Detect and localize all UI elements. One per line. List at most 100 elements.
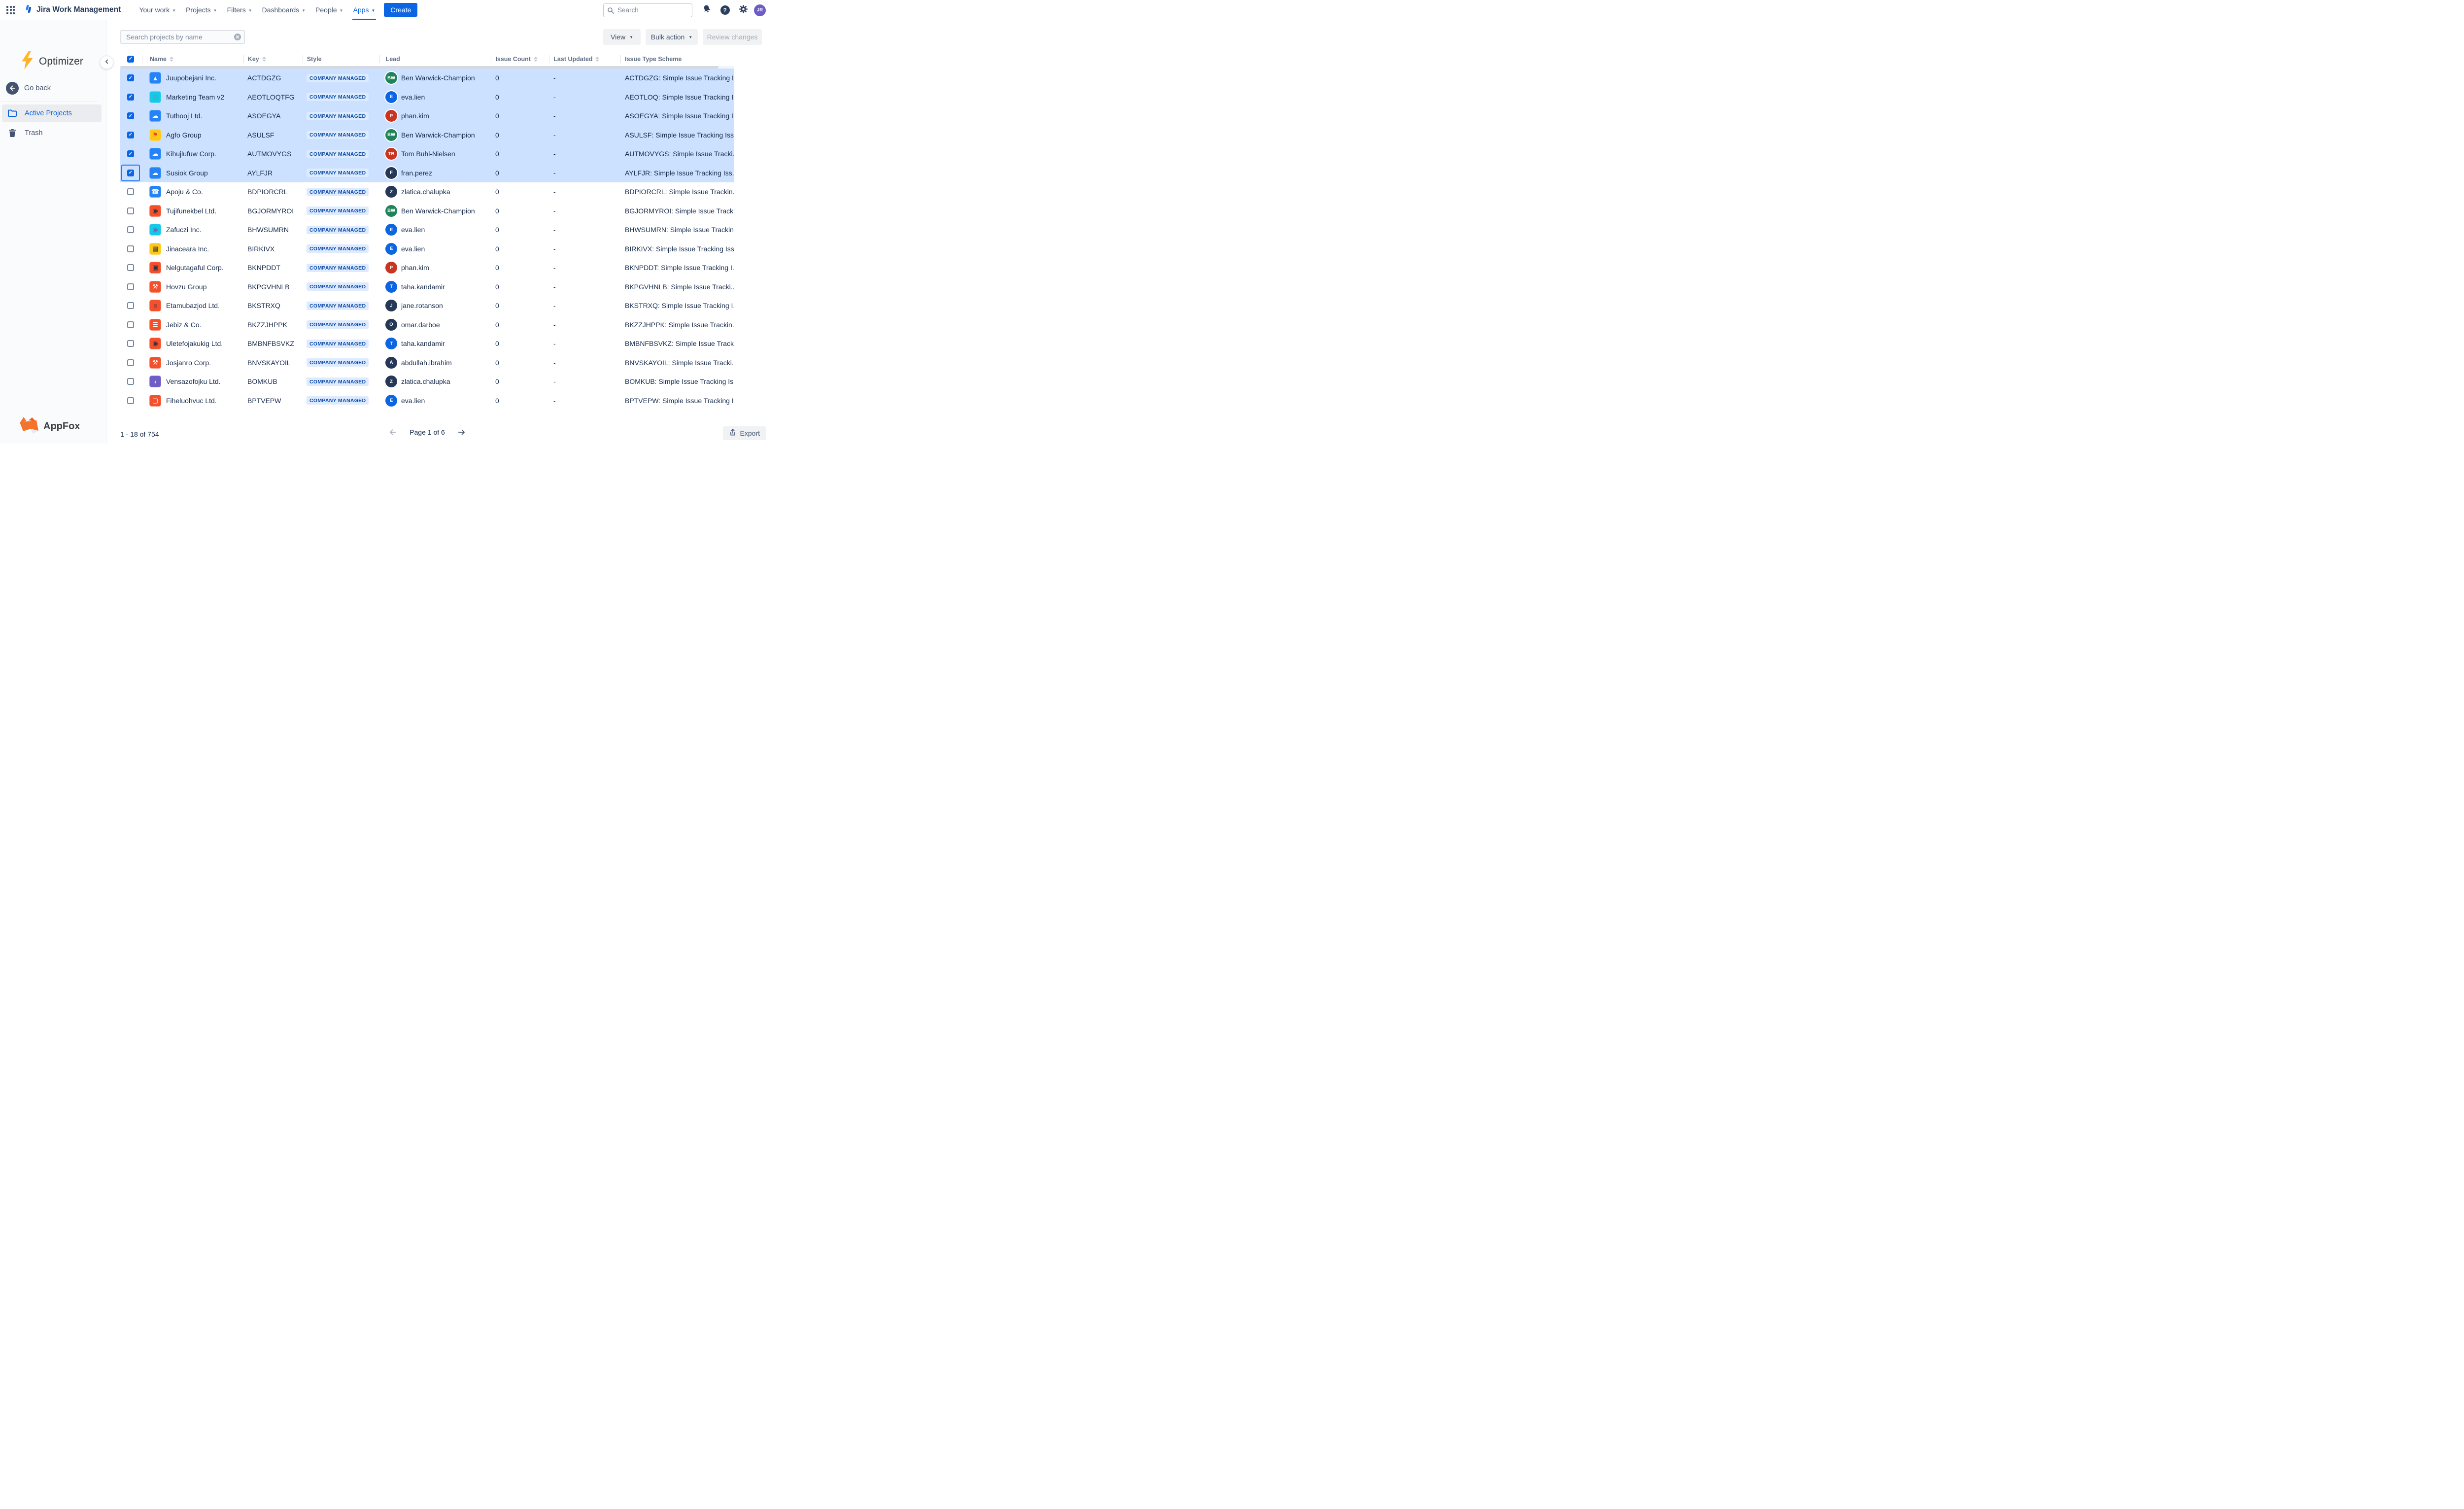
export-button[interactable]: Export (723, 426, 766, 440)
jira-logo-icon[interactable] (23, 4, 33, 16)
next-page-button[interactable] (458, 429, 465, 436)
table-row[interactable]: ◖Vensazofojku Ltd.BOMKUBCOMPANY MANAGEDZ… (120, 372, 734, 391)
project-name[interactable]: Marketing Team v2 (166, 93, 224, 101)
row-checkbox[interactable] (127, 264, 134, 271)
notifications-button[interactable] (699, 3, 714, 18)
project-name[interactable]: Juupobejani Inc. (166, 74, 216, 82)
row-checkbox[interactable] (127, 188, 134, 195)
user-avatar[interactable]: JR (754, 4, 766, 16)
table-row[interactable]: ◉Tujifunekbel Ltd.BGJORMYROICOMPANY MANA… (120, 202, 734, 221)
table-row[interactable]: ✓☁Susiok GroupAYLFJRCOMPANY MANAGEDFfran… (120, 164, 734, 183)
row-checkbox[interactable]: ✓ (127, 94, 134, 101)
table-row[interactable]: ◉Uletefojakukig Ltd.BMBNFBSVKZCOMPANY MA… (120, 334, 734, 353)
topnav-item-apps[interactable]: Apps▼ (348, 0, 380, 20)
project-name[interactable]: Fiheluohvuc Ltd. (166, 397, 217, 405)
view-button[interactable]: View▼ (603, 29, 641, 45)
sort-icon[interactable] (534, 57, 538, 62)
column-header-last-updated[interactable]: Last Updated (549, 55, 620, 63)
row-checkbox[interactable]: ✓ (127, 150, 134, 157)
lead-name: Ben Warwick-Champion (401, 207, 475, 215)
row-checkbox-cell (120, 296, 142, 315)
column-header-name[interactable]: Name (142, 55, 243, 63)
row-checkbox-cell (120, 240, 142, 259)
help-button[interactable]: ? (718, 3, 732, 18)
chevron-down-icon: ▼ (371, 8, 375, 13)
table-row[interactable]: ▣Nelgutagaful Corp.BKNPDDTCOMPANY MANAGE… (120, 258, 734, 277)
project-lead-cell: Ttaha.kandamir (379, 277, 491, 297)
table-row[interactable]: ▤Jinaceara Inc.BIRKIVXCOMPANY MANAGEDEev… (120, 240, 734, 259)
row-checkbox[interactable] (127, 359, 134, 366)
table-row[interactable]: ⚒Hovzu GroupBKPGVHNLBCOMPANY MANAGEDTtah… (120, 277, 734, 297)
project-name[interactable]: Tuthooj Ltd. (166, 112, 202, 120)
project-name[interactable]: Jinaceara Inc. (166, 245, 209, 253)
project-name[interactable]: Uletefojakukig Ltd. (166, 340, 223, 347)
table-row[interactable]: ✓⚑Agfo GroupASULSFCOMPANY MANAGEDBWBen W… (120, 126, 734, 145)
row-checkbox[interactable]: ✓ (127, 170, 134, 176)
row-checkbox[interactable] (127, 340, 134, 347)
table-row[interactable]: ⚒Josjanro Corp.BNVSKAYOILCOMPANY MANAGED… (120, 353, 734, 373)
row-checkbox[interactable] (127, 226, 134, 233)
sidebar-item-active-projects[interactable]: Active Projects (2, 104, 102, 122)
sort-icon[interactable] (595, 57, 599, 62)
topnav-item-people[interactable]: People▼ (310, 0, 348, 20)
project-name[interactable]: Nelgutagaful Corp. (166, 264, 224, 272)
app-switcher-icon[interactable] (6, 6, 15, 14)
row-checkbox[interactable]: ✓ (127, 132, 134, 138)
bell-icon (702, 4, 712, 16)
project-name[interactable]: Apoju & Co. (166, 188, 203, 196)
table-row[interactable]: ☰Jebiz & Co.BKZZJHPPKCOMPANY MANAGEDOoma… (120, 315, 734, 335)
row-checkbox[interactable] (127, 378, 134, 385)
project-name[interactable]: Jebiz & Co. (166, 321, 202, 329)
topnav-item-filters[interactable]: Filters▼ (222, 0, 257, 20)
table-row[interactable]: ✓◎Marketing Team v2AEOTLOQTFGCOMPANY MAN… (120, 88, 734, 107)
table-row[interactable]: ✓☁Kihujlufuw Corp.AUTMOVYGSCOMPANY MANAG… (120, 144, 734, 164)
previous-page-button[interactable] (389, 429, 397, 436)
column-header-key[interactable]: Key (243, 55, 303, 63)
project-name[interactable]: Tujifunekbel Ltd. (166, 207, 216, 215)
issue-type-scheme-cell: AEOTLOQ: Simple Issue Tracking I... (621, 88, 734, 107)
row-checkbox[interactable] (127, 302, 134, 309)
row-checkbox[interactable] (127, 245, 134, 252)
project-name[interactable]: Zafuczi Inc. (166, 226, 202, 234)
project-name[interactable]: Agfo Group (166, 131, 202, 139)
table-row[interactable]: ✓▲Juupobejani Inc.ACTDGZGCOMPANY MANAGED… (120, 69, 734, 88)
row-checkbox[interactable] (127, 321, 134, 328)
topnav-item-dashboards[interactable]: Dashboards▼ (257, 0, 310, 20)
project-name[interactable]: Josjanro Corp. (166, 359, 211, 367)
issue-type-scheme-cell: BIRKIVX: Simple Issue Tracking Iss... (621, 240, 734, 259)
row-checkbox[interactable] (127, 207, 134, 214)
row-checkbox[interactable] (127, 283, 134, 290)
table-row[interactable]: ≡Etamubazjod Ltd.BKSTRXQCOMPANY MANAGEDJ… (120, 296, 734, 315)
settings-button[interactable] (736, 3, 751, 18)
clear-search-icon[interactable] (234, 34, 241, 43)
project-name[interactable]: Vensazofojku Ltd. (166, 377, 221, 385)
row-checkbox[interactable]: ✓ (127, 74, 134, 81)
lead-name: taha.kandamir (401, 283, 445, 291)
topnav-item-projects[interactable]: Projects▼ (181, 0, 222, 20)
bulk-action-button[interactable]: Bulk action▼ (646, 29, 698, 45)
sidebar-collapse-button[interactable] (100, 56, 113, 69)
table-row[interactable]: ☎Apoju & Co.BDPIORCRLCOMPANY MANAGEDZzla… (120, 182, 734, 202)
global-search-input[interactable] (603, 3, 692, 17)
select-all-checkbox[interactable]: ✓ (127, 56, 134, 63)
column-header-issue-count[interactable]: Issue Count (491, 55, 549, 63)
sort-icon[interactable] (170, 57, 173, 62)
table-row[interactable]: ◉Zafuczi Inc.BHWSUMRNCOMPANY MANAGEDEeva… (120, 220, 734, 240)
project-name[interactable]: Kihujlufuw Corp. (166, 150, 216, 158)
issue-type-scheme-cell: BKSTRXQ: Simple Issue Tracking I... (621, 296, 734, 315)
row-checkbox[interactable] (127, 397, 134, 404)
project-name[interactable]: Hovzu Group (166, 283, 206, 291)
topnav-item-your-work[interactable]: Your work▼ (134, 0, 181, 20)
project-avatar-icon: ▢ (149, 395, 161, 407)
project-name[interactable]: Etamubazjod Ltd. (166, 302, 220, 309)
sidebar-item-trash[interactable]: Trash (2, 124, 102, 142)
table-row[interactable]: ✓☁Tuthooj Ltd.ASOEGYACOMPANY MANAGEDPpha… (120, 106, 734, 126)
go-back-button[interactable]: Go back (6, 82, 51, 95)
sort-icon[interactable] (262, 57, 266, 62)
project-search-input[interactable] (120, 30, 245, 44)
row-checkbox[interactable]: ✓ (127, 112, 134, 119)
project-style-cell: COMPANY MANAGED (303, 315, 379, 335)
table-row[interactable]: ▢Fiheluohvuc Ltd.BPTVEPWCOMPANY MANAGEDE… (120, 391, 734, 411)
create-button[interactable]: Create (384, 3, 417, 17)
project-name[interactable]: Susiok Group (166, 169, 208, 177)
